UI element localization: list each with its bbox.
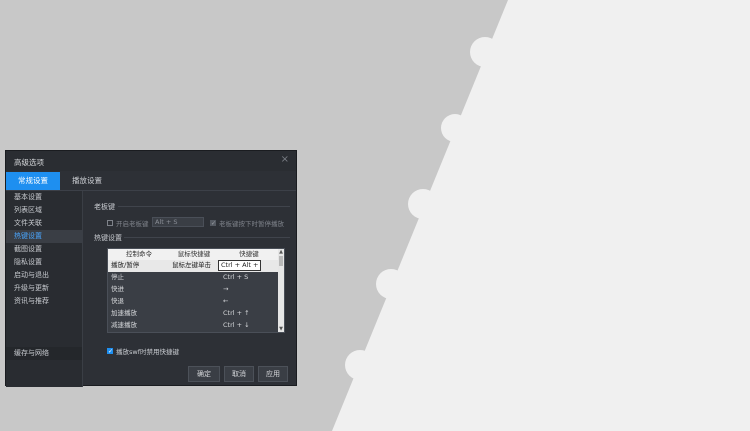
- cell-key: Ctrl + S: [223, 273, 249, 281]
- scroll-up-icon[interactable]: ▲: [278, 249, 284, 255]
- settings-sidebar: 基本设置 列表区域 文件关联 热键设置 截图设置 隐私设置 启动与退出 升级与更…: [6, 191, 83, 387]
- section-divider: [124, 237, 290, 238]
- cell-key: ←: [223, 297, 229, 305]
- pause-on-boss-key-checkbox[interactable]: ✓: [210, 220, 216, 227]
- sidebar-item-basic[interactable]: 基本设置: [6, 191, 82, 204]
- sidebar-item-cache-network[interactable]: 缓存与网络: [6, 347, 82, 360]
- table-row[interactable]: 减速播放 Ctrl + ↓: [108, 320, 280, 332]
- cell-key: →: [223, 285, 229, 293]
- cell-command: 减速播放: [111, 321, 137, 329]
- header-mouse-shortcut: 鼠标快捷键: [177, 250, 211, 258]
- hotkey-table: 控制命令 鼠标快捷键 快捷键 播放/暂停 鼠标左键单击 Ctrl + Alt +…: [107, 248, 285, 333]
- cell-key: Ctrl + ↑: [223, 309, 250, 317]
- dialog-titlebar: 高级选项 ×: [6, 151, 296, 171]
- cell-key: Ctrl + ↓: [223, 321, 250, 329]
- table-row[interactable]: 快退 ←: [108, 296, 280, 308]
- dialog-title: 高级选项: [14, 158, 44, 167]
- disable-swf-hotkeys-label: 播放swf时禁用快捷键: [116, 348, 179, 356]
- cell-command: 快退: [111, 297, 124, 305]
- cell-command: 加速播放: [111, 309, 137, 317]
- sidebar-item-startup-exit[interactable]: 启动与退出: [6, 269, 82, 282]
- scroll-thumb[interactable]: [279, 256, 283, 266]
- boss-key-section-title: 老板键: [94, 203, 115, 211]
- table-row[interactable]: 停止 Ctrl + S: [108, 272, 280, 284]
- boss-key-enable-checkbox[interactable]: [107, 220, 113, 226]
- tab-playback-settings[interactable]: 播放设置: [62, 172, 112, 190]
- pause-on-boss-key-label: 老板键按下时暂停播放: [219, 220, 284, 228]
- hotkey-table-header: 控制命令 鼠标快捷键 快捷键: [108, 249, 280, 260]
- hotkey-section-title: 热键设置: [94, 234, 122, 242]
- advanced-options-dialog: 高级选项 × 常规设置 播放设置 基本设置 列表区域 文件关联 热键设置 截图设…: [5, 150, 297, 387]
- cell-mouse: 鼠标左键单击: [172, 261, 211, 269]
- scroll-down-icon[interactable]: ▼: [278, 326, 284, 332]
- header-shortcut-key: 快捷键: [239, 250, 259, 258]
- sidebar-item-file-association[interactable]: 文件关联: [6, 217, 82, 230]
- boss-key-enable-label: 开启老板键: [116, 220, 149, 228]
- cell-command: 播放/暂停: [111, 261, 140, 269]
- header-command: 控制命令: [126, 250, 152, 258]
- tab-general-settings[interactable]: 常规设置: [6, 172, 60, 190]
- table-row[interactable]: 快进 →: [108, 284, 280, 296]
- hotkey-edit-input[interactable]: Ctrl + Alt +: [218, 260, 261, 271]
- cell-command: 停止: [111, 273, 124, 281]
- cancel-button[interactable]: 取消: [224, 366, 254, 382]
- boss-key-input[interactable]: Alt + S: [152, 217, 204, 227]
- table-row[interactable]: 播放/暂停 鼠标左键单击 Ctrl + Alt +: [108, 260, 280, 272]
- disable-swf-hotkeys-checkbox[interactable]: ✓: [107, 348, 113, 355]
- sidebar-item-privacy[interactable]: 隐私设置: [6, 256, 82, 269]
- sidebar-item-list-area[interactable]: 列表区域: [6, 204, 82, 217]
- table-row[interactable]: 加速播放 Ctrl + ↑: [108, 308, 280, 320]
- section-divider: [118, 206, 290, 207]
- tab-bar: 常规设置 播放设置: [6, 172, 296, 191]
- sidebar-item-news[interactable]: 资讯与推荐: [6, 295, 82, 308]
- sidebar-item-hotkeys[interactable]: 热键设置: [6, 230, 82, 243]
- cell-command: 快进: [111, 285, 124, 293]
- close-icon[interactable]: ×: [281, 155, 289, 165]
- table-scrollbar[interactable]: ▲ ▼: [278, 249, 284, 332]
- sidebar-item-upgrade[interactable]: 升级与更新: [6, 282, 82, 295]
- sidebar-item-screenshot[interactable]: 截图设置: [6, 243, 82, 256]
- ok-button[interactable]: 确定: [188, 366, 220, 382]
- apply-button[interactable]: 应用: [258, 366, 288, 382]
